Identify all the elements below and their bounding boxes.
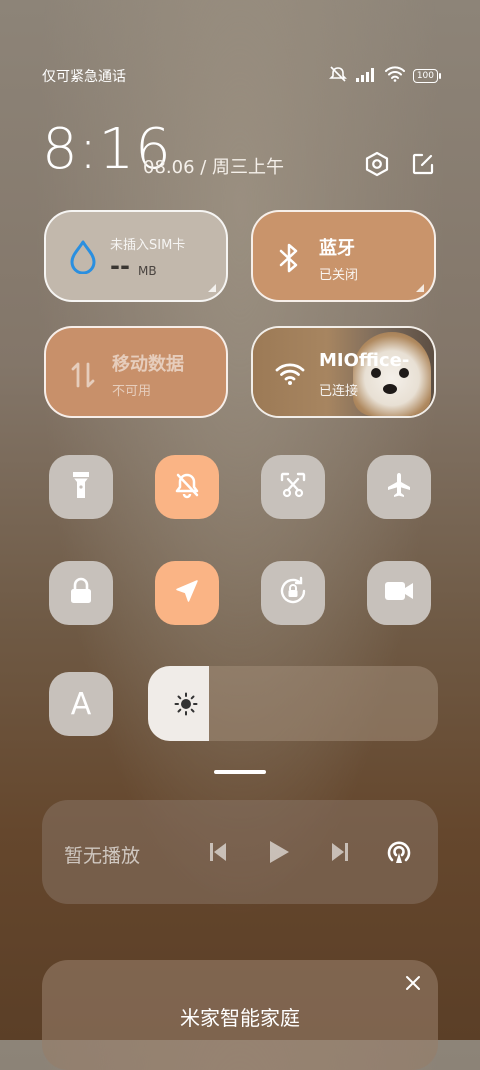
- lock-screen-toggle[interactable]: [49, 561, 113, 625]
- mute-status-icon: [328, 66, 347, 86]
- screenshot-toggle[interactable]: [261, 455, 325, 519]
- tile-corner-indicator: [208, 284, 216, 292]
- wifi-tile[interactable]: MIOffice- 已连接: [251, 326, 436, 418]
- status-icons: 100: [328, 66, 442, 86]
- bluetooth-label: 蓝牙: [319, 238, 355, 259]
- water-drop-icon: [68, 240, 98, 278]
- status-carrier-text: 仅可紧急通话: [42, 69, 126, 85]
- close-icon[interactable]: [402, 972, 424, 994]
- next-track-icon[interactable]: [325, 836, 355, 868]
- tile-corner-indicator: [416, 284, 424, 292]
- scissors-icon: [278, 470, 308, 504]
- bluetooth-status: 已关闭: [319, 268, 359, 283]
- clock-date: 08.06 / 周三上午: [143, 157, 285, 178]
- lock-icon: [69, 577, 93, 609]
- dog-nose: [383, 384, 397, 394]
- wifi-status-icon: [384, 66, 405, 86]
- sun-icon: [174, 692, 198, 720]
- data-usage-value: --: [110, 252, 130, 280]
- mute-toggle[interactable]: [155, 455, 219, 519]
- settings-gear-icon[interactable]: [363, 150, 391, 178]
- mobile-data-tile[interactable]: 移动数据 不可用: [44, 326, 228, 418]
- bell-off-icon: [173, 471, 201, 503]
- smart-home-title: 米家智能家庭: [180, 1006, 300, 1030]
- signal-icon: [355, 67, 377, 86]
- dog-photo: [353, 332, 431, 416]
- flashlight-icon: [70, 470, 92, 504]
- previous-track-icon[interactable]: [203, 836, 233, 868]
- mobile-data-label: 移动数据: [112, 354, 184, 375]
- rotation-lock-toggle[interactable]: [261, 561, 325, 625]
- wifi-icon: [275, 362, 305, 390]
- media-title: 暂无播放: [64, 845, 141, 867]
- bluetooth-icon: [277, 242, 301, 278]
- video-camera-icon: [384, 580, 414, 606]
- battery-indicator: 100: [412, 69, 442, 83]
- sim-label: 未插入SIM卡: [110, 238, 186, 253]
- auto-brightness-toggle[interactable]: A: [49, 672, 113, 736]
- location-toggle[interactable]: [155, 561, 219, 625]
- airplane-mode-toggle[interactable]: [367, 455, 431, 519]
- data-usage-unit: MB: [138, 264, 157, 278]
- play-icon[interactable]: [264, 836, 294, 868]
- bluetooth-tile[interactable]: 蓝牙 已关闭: [251, 210, 436, 302]
- brightness-slider[interactable]: [148, 666, 438, 741]
- airplane-icon: [385, 471, 413, 503]
- edit-icon[interactable]: [409, 150, 437, 178]
- drag-handle[interactable]: [214, 770, 266, 774]
- location-arrow-icon: [174, 578, 200, 608]
- flashlight-toggle[interactable]: [49, 455, 113, 519]
- cast-audio-icon[interactable]: [384, 836, 414, 868]
- mobile-data-status: 不可用: [112, 384, 152, 399]
- auto-brightness-label: A: [70, 686, 92, 722]
- screen-record-toggle[interactable]: [367, 561, 431, 625]
- data-transfer-icon: [70, 360, 96, 394]
- data-usage-tile[interactable]: 未插入SIM卡 -- MB: [44, 210, 228, 302]
- wifi-network-name: MIOffice-: [319, 350, 410, 371]
- rotation-lock-icon: [277, 575, 309, 611]
- wifi-status: 已连接: [319, 384, 359, 399]
